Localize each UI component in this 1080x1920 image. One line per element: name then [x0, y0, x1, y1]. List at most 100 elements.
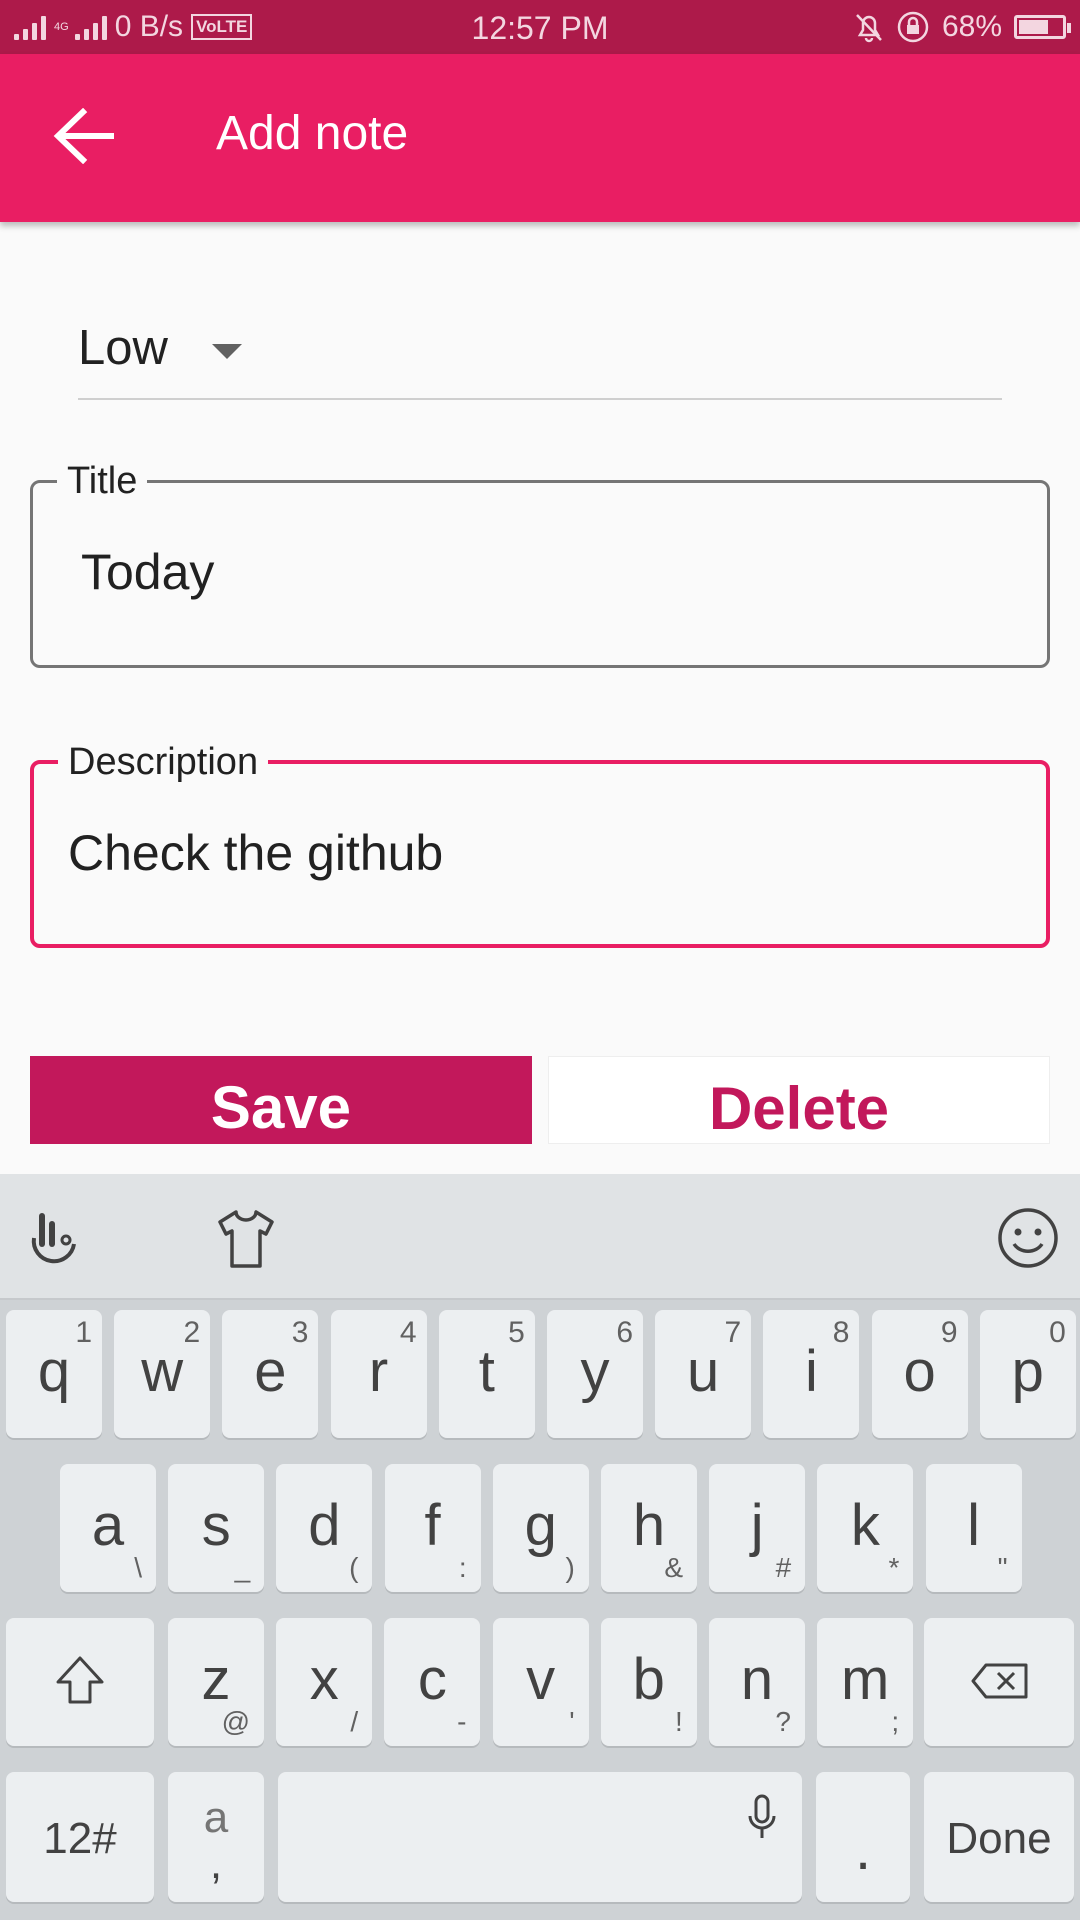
key-label: s — [201, 1493, 231, 1558]
key-n[interactable]: n? — [709, 1618, 805, 1746]
key-c[interactable]: c- — [384, 1618, 481, 1746]
done-key[interactable]: Done — [924, 1772, 1074, 1902]
key-x[interactable]: x / — [276, 1618, 373, 1746]
key-label: c — [417, 1647, 447, 1712]
key-z[interactable]: z @ — [168, 1618, 264, 1746]
key-i[interactable]: i8 — [763, 1310, 860, 1438]
key-label: z — [201, 1647, 231, 1712]
key-label: m — [841, 1647, 890, 1712]
soft-keyboard: q 1 w 2 e 3 r 4 t 5 y 6 u 7 i 8 o 9 p 0 a \ s _ d(f: g) h & j # k * l " z @… — [0, 1174, 1080, 1920]
key-v[interactable]: v ' — [492, 1618, 589, 1746]
app-bar: Add note — [0, 54, 1080, 222]
battery-icon — [1014, 15, 1071, 39]
key-d[interactable]: d( — [276, 1464, 373, 1592]
key-y[interactable]: y6 — [547, 1310, 643, 1438]
key-r[interactable]: r4 — [330, 1310, 427, 1438]
key-secondary-label: 9 — [940, 1316, 958, 1349]
key-secondary-label: 6 — [616, 1316, 633, 1349]
key-secondary-label: / — [350, 1706, 359, 1737]
key-k[interactable]: k * — [817, 1464, 914, 1592]
key-label: n — [740, 1647, 774, 1712]
key-secondary-label: : — [458, 1552, 467, 1583]
key-u[interactable]: u7 — [655, 1310, 752, 1438]
title-field[interactable]: Title Today — [30, 459, 1050, 668]
key-label: a — [91, 1493, 125, 1558]
key-m[interactable]: m; — [817, 1618, 914, 1746]
key-l[interactable]: l " — [925, 1464, 1022, 1592]
swipe-gesture-icon[interactable] — [20, 1204, 88, 1272]
title-input-value[interactable]: Today — [81, 543, 214, 601]
arrow-back-icon[interactable] — [50, 108, 116, 164]
backspace-icon — [971, 1663, 1028, 1699]
priority-dropdown[interactable]: Low — [78, 316, 1002, 400]
key-o[interactable]: o9 — [871, 1310, 968, 1438]
key-label: b — [632, 1647, 665, 1712]
key-label: l — [967, 1493, 981, 1558]
key-label: x — [309, 1647, 339, 1712]
key-b[interactable]: b! — [600, 1618, 697, 1746]
key-secondary-label: & — [664, 1552, 683, 1583]
key-secondary-label: 7 — [724, 1316, 742, 1349]
key-w[interactable]: w2 — [114, 1310, 211, 1438]
key-h[interactable]: h & — [601, 1464, 697, 1592]
key-secondary-label: \ — [134, 1552, 142, 1583]
key-secondary-label: 4 — [399, 1316, 417, 1349]
symbols-key[interactable]: 12# — [6, 1772, 154, 1902]
save-button[interactable]: Save — [30, 1056, 532, 1144]
key-label: k — [850, 1493, 880, 1558]
key-t[interactable]: t5 — [438, 1310, 535, 1438]
language-key-bottom: , — [209, 1839, 223, 1888]
key-secondary-label: ! — [675, 1706, 683, 1737]
key-j[interactable]: j # — [709, 1464, 806, 1592]
key-secondary-label: 5 — [508, 1316, 525, 1349]
key-secondary-label: ? — [775, 1706, 791, 1737]
language-key[interactable]: a , — [168, 1772, 264, 1902]
key-label: f — [424, 1493, 441, 1558]
key-secondary-label: 1 — [75, 1316, 92, 1349]
key-a[interactable]: a \ — [60, 1464, 156, 1592]
title-label: Title — [57, 459, 148, 503]
dropdown-arrow-icon — [212, 344, 242, 359]
key-label: d — [308, 1493, 341, 1558]
key-secondary-label: _ — [234, 1552, 251, 1583]
key-label: v — [526, 1647, 556, 1712]
description-input-value[interactable]: Check the github — [68, 824, 443, 882]
key-secondary-label: 2 — [183, 1316, 201, 1349]
key-g[interactable]: g) — [492, 1464, 589, 1592]
silent-bell-icon — [856, 14, 882, 43]
key-p[interactable]: p0 — [979, 1310, 1076, 1438]
key-secondary-label: 3 — [291, 1316, 309, 1349]
key-secondary-label: 0 — [1049, 1316, 1066, 1349]
key-label: j — [750, 1493, 764, 1558]
microphone-icon — [748, 1794, 776, 1838]
status-bar: 4G 0 B/s VoLTE 12:57 PM 68% — [0, 0, 1080, 54]
key-secondary-label: ( — [349, 1552, 359, 1583]
description-field[interactable]: Description Check the github — [30, 740, 1050, 948]
emoji-icon[interactable] — [994, 1204, 1062, 1272]
key-e[interactable]: e3 — [222, 1310, 319, 1438]
key-secondary-label: ) — [565, 1552, 575, 1583]
battery-percent: 68% — [941, 10, 1002, 43]
period-key[interactable]: . — [816, 1772, 910, 1902]
key-secondary-label: @ — [221, 1706, 250, 1737]
period-key-label: . — [854, 1817, 872, 1882]
key-s[interactable]: s _ — [168, 1464, 265, 1592]
space-key[interactable] — [278, 1772, 802, 1902]
key-q[interactable]: q1 — [6, 1310, 102, 1438]
delete-button[interactable]: Delete — [548, 1056, 1050, 1144]
description-label: Description — [58, 740, 269, 784]
backspace-key[interactable] — [924, 1618, 1074, 1746]
key-secondary-label: ; — [891, 1706, 900, 1737]
priority-value: Low — [78, 321, 168, 375]
done-key-label: Done — [946, 1814, 1052, 1863]
shift-key[interactable] — [6, 1618, 154, 1746]
shift-arrow-icon — [56, 1656, 104, 1704]
key-secondary-label: " — [997, 1552, 1008, 1583]
keyboard-toolbar — [0, 1174, 1080, 1300]
key-label: h — [632, 1493, 666, 1558]
theme-shirt-icon[interactable] — [212, 1204, 280, 1272]
page-title: Add note — [216, 107, 409, 160]
key-secondary-label: * — [888, 1552, 900, 1583]
symbols-key-label: 12# — [43, 1814, 117, 1863]
key-f[interactable]: f: — [384, 1464, 481, 1592]
